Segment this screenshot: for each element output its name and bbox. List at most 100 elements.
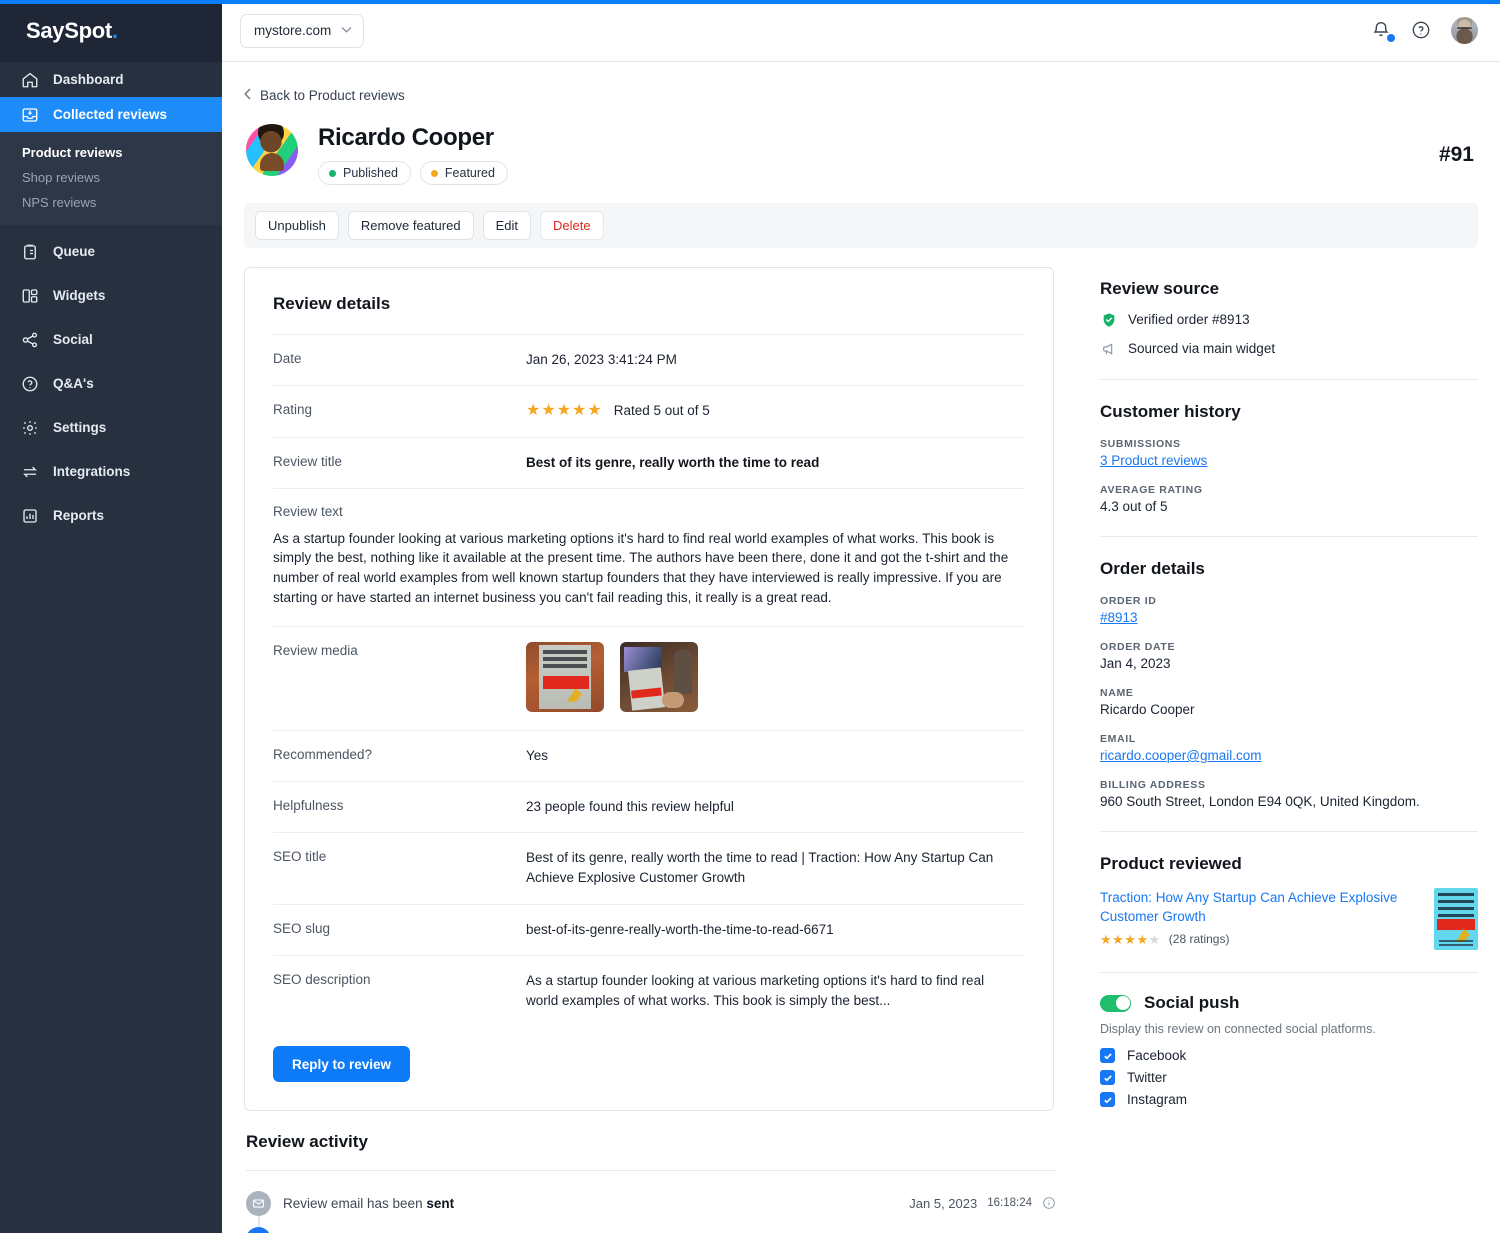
row-value: Yes bbox=[526, 747, 549, 763]
activity-text-part: Review email has been bbox=[283, 1195, 427, 1211]
status-badges: Published Featured bbox=[318, 161, 508, 185]
billing-address-value: 960 South Street, London E94 0QK, United… bbox=[1100, 794, 1420, 809]
sidebar-item-label: Reports bbox=[53, 508, 105, 523]
row-value: ★★★★★ Rated 5 out of 5 bbox=[526, 401, 710, 421]
checkbox-checked-icon[interactable] bbox=[1100, 1070, 1115, 1085]
unpublish-button[interactable]: Unpublish bbox=[255, 211, 339, 240]
reply-to-review-button[interactable]: Reply to review bbox=[273, 1046, 411, 1083]
sidebar-item-dashboard[interactable]: Dashboard bbox=[0, 62, 222, 97]
store-selector[interactable]: mystore.com bbox=[240, 13, 365, 48]
activity-item: Review email has been opened on a mobile… bbox=[246, 1221, 1056, 1233]
shield-check-icon bbox=[1100, 311, 1117, 328]
brand-dot: . bbox=[111, 18, 118, 43]
checkbox-checked-icon[interactable] bbox=[1100, 1092, 1115, 1107]
review-media-thumbnail[interactable] bbox=[526, 641, 604, 712]
row-label: Review text bbox=[273, 503, 343, 519]
status-badge-featured[interactable]: Featured bbox=[419, 161, 508, 185]
product-thumbnail[interactable] bbox=[1434, 888, 1478, 950]
submenu-label: NPS reviews bbox=[22, 195, 97, 210]
row-label: Review media bbox=[273, 642, 358, 658]
sidebar-item-qa[interactable]: Q&A's bbox=[0, 366, 222, 401]
checkbox-checked-icon[interactable] bbox=[1100, 1048, 1115, 1063]
info-circle-icon[interactable] bbox=[1042, 1196, 1056, 1210]
sidebar-item-label: Integrations bbox=[53, 464, 131, 479]
remove-featured-button[interactable]: Remove featured bbox=[347, 211, 474, 240]
back-link-label: Back to Product reviews bbox=[260, 88, 405, 103]
main-region: mystore.com Back to Product reviews Rica… bbox=[222, 0, 1500, 1233]
sidebar-item-product-reviews[interactable]: Product reviews bbox=[0, 140, 222, 165]
review-activity-section: Review activity Review email has been se… bbox=[222, 1114, 1500, 1233]
star-rating-icon: ★★★★★ bbox=[1100, 933, 1161, 946]
status-badge-published[interactable]: Published bbox=[318, 161, 411, 185]
sidebar-item-reports[interactable]: Reports bbox=[0, 498, 222, 533]
sidebar-item-label: Settings bbox=[53, 420, 107, 435]
social-push-title: Social push bbox=[1144, 993, 1240, 1012]
sourced-via-text: Sourced via main widget bbox=[1128, 341, 1276, 356]
sidebar-item-collected-reviews[interactable]: Collected reviews bbox=[0, 97, 222, 132]
customer-name-label: NAME bbox=[1100, 687, 1134, 699]
sidebar-item-settings[interactable]: Settings bbox=[0, 410, 222, 445]
sidebar-item-shop-reviews[interactable]: Shop reviews bbox=[0, 165, 222, 190]
chevron-down-icon bbox=[341, 25, 352, 36]
activity-item: Review email has been sent Jan 5, 2023 1… bbox=[246, 1185, 1056, 1221]
delete-button[interactable]: Delete bbox=[539, 211, 604, 240]
status-badge-label: Featured bbox=[444, 166, 495, 180]
activity-meta: Jan 5, 2023 16:18:24 bbox=[909, 1196, 1056, 1211]
store-selector-label: mystore.com bbox=[254, 23, 332, 38]
sidebar-item-widgets[interactable]: Widgets bbox=[0, 278, 222, 313]
sidebar-item-label: Social bbox=[53, 332, 93, 347]
platform-label: Twitter bbox=[1127, 1070, 1167, 1085]
detail-row-seo-description: SEO description As a startup founder loo… bbox=[273, 954, 1025, 1027]
platform-label: Facebook bbox=[1127, 1048, 1187, 1063]
row-label: SEO slug bbox=[273, 920, 331, 936]
sidebar-item-label: Q&A's bbox=[53, 376, 94, 391]
review-source-title: Review source bbox=[1100, 279, 1220, 298]
sidebar-item-label: Widgets bbox=[53, 288, 106, 303]
review-media-thumbnail[interactable] bbox=[620, 641, 698, 712]
row-value: Best of its genre, really worth the time… bbox=[526, 850, 994, 886]
back-to-product-reviews-link[interactable]: Back to Product reviews bbox=[244, 88, 405, 103]
sourced-via-row: Sourced via main widget bbox=[1100, 340, 1478, 357]
sidebar-item-social[interactable]: Social bbox=[0, 322, 222, 357]
platform-label: Instagram bbox=[1127, 1092, 1188, 1107]
social-platform-list: Facebook Twitter Instagram bbox=[1100, 1048, 1478, 1107]
social-platform-twitter[interactable]: Twitter bbox=[1100, 1070, 1478, 1085]
topbar: mystore.com bbox=[222, 0, 1500, 62]
user-avatar[interactable] bbox=[1451, 17, 1478, 44]
sidebar-item-integrations[interactable]: Integrations bbox=[0, 454, 222, 489]
order-id-link[interactable]: #8913 bbox=[1100, 610, 1138, 625]
review-media-thumbnails bbox=[526, 641, 698, 712]
email-link[interactable]: ricardo.cooper@gmail.com bbox=[1100, 748, 1262, 763]
status-badge-label: Published bbox=[343, 166, 398, 180]
product-reviewed-title: Product reviewed bbox=[1100, 854, 1242, 873]
order-details-title: Order details bbox=[1100, 559, 1205, 578]
row-label: Helpfulness bbox=[273, 797, 344, 813]
brand-logo[interactable]: SaySpot. bbox=[0, 0, 222, 62]
help-circle-icon[interactable] bbox=[1411, 20, 1433, 42]
submenu-label: Shop reviews bbox=[22, 170, 101, 185]
social-platform-facebook[interactable]: Facebook bbox=[1100, 1048, 1478, 1063]
row-label: Recommended? bbox=[273, 746, 373, 762]
divider bbox=[1100, 831, 1478, 832]
customer-name-value: Ricardo Cooper bbox=[1100, 702, 1195, 717]
sidebar-item-queue[interactable]: Queue bbox=[0, 234, 222, 269]
share-icon bbox=[20, 330, 39, 349]
notifications-bell-icon[interactable] bbox=[1371, 20, 1395, 42]
sidebar-item-nps-reviews[interactable]: NPS reviews bbox=[0, 190, 222, 215]
order-date-value: Jan 4, 2023 bbox=[1100, 656, 1171, 671]
content-columns: Review details Date Jan 26, 2023 3:41:24… bbox=[244, 267, 1478, 1114]
app-root: SaySpot. Dashboard Collected reviews Pro… bbox=[0, 0, 1500, 1233]
divider bbox=[1100, 379, 1478, 380]
order-date-label: ORDER DATE bbox=[1100, 641, 1176, 653]
social-push-toggle[interactable] bbox=[1100, 994, 1131, 1012]
envelope-open-icon bbox=[246, 1226, 271, 1233]
row-value: Jan 26, 2023 3:41:24 PM bbox=[526, 352, 677, 367]
submissions-link[interactable]: 3 Product reviews bbox=[1100, 453, 1207, 468]
social-platform-instagram[interactable]: Instagram bbox=[1100, 1092, 1478, 1107]
activity-text: Review email has been sent bbox=[283, 1196, 454, 1211]
product-link[interactable]: Traction: How Any Startup Can Achieve Ex… bbox=[1100, 888, 1420, 926]
customer-history-title: Customer history bbox=[1100, 402, 1241, 421]
edit-button[interactable]: Edit bbox=[482, 211, 531, 240]
rating-text: Rated 5 out of 5 bbox=[613, 403, 710, 419]
product-info: Traction: How Any Startup Can Achieve Ex… bbox=[1100, 888, 1420, 946]
